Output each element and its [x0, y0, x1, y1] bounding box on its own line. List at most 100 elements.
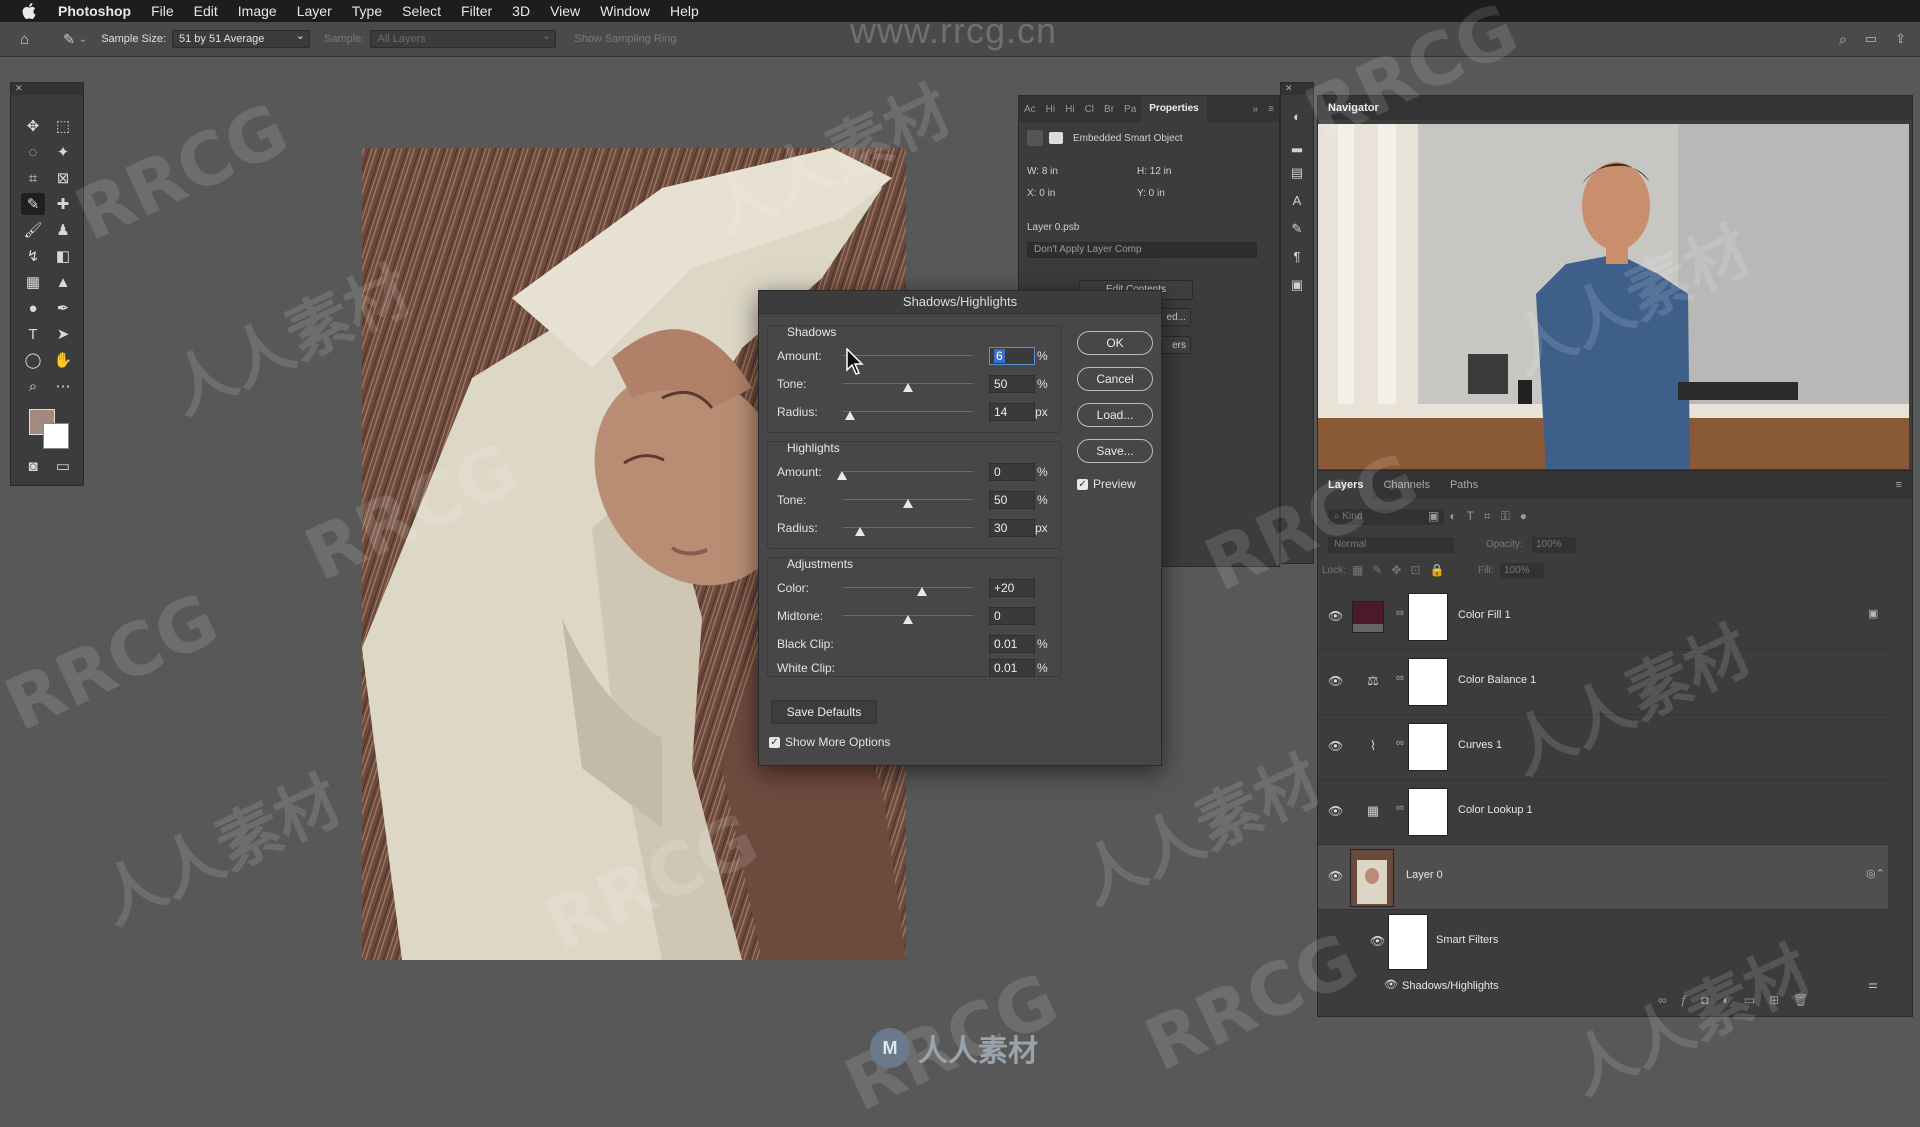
- highlights-radius-thumb[interactable]: [855, 527, 865, 536]
- layer-mask-thumbnail[interactable]: [1408, 788, 1448, 836]
- tab-paths[interactable]: Paths: [1440, 471, 1488, 499]
- menu-view[interactable]: View: [540, 0, 590, 22]
- workspace-icon[interactable]: ▭: [1865, 31, 1877, 47]
- width-field[interactable]: W: 8 in: [1027, 166, 1058, 177]
- color-input[interactable]: +20: [989, 579, 1035, 597]
- menu-layer[interactable]: Layer: [287, 0, 342, 22]
- highlights-tone-thumb[interactable]: [903, 499, 913, 508]
- swatches-panel-icon[interactable]: ▤: [1287, 163, 1307, 183]
- link-chain-icon[interactable]: ∞: [1396, 672, 1404, 684]
- hand-tool-icon[interactable]: ✋: [51, 349, 75, 371]
- tab-histogram[interactable]: Hi: [1060, 104, 1079, 115]
- tab-paragraph[interactable]: Pa: [1119, 104, 1141, 115]
- layer-mask-thumbnail[interactable]: [1408, 593, 1448, 641]
- path-selection-tool-icon[interactable]: ➤: [51, 323, 75, 345]
- shadows-radius-slider[interactable]: [843, 411, 973, 412]
- smart-filter-toggle-icon[interactable]: ◎⌃: [1866, 867, 1885, 880]
- screen-mode-icon[interactable]: ▭: [51, 455, 75, 477]
- visibility-eye-icon[interactable]: 👁: [1328, 869, 1343, 883]
- visibility-eye-icon[interactable]: 👁: [1328, 609, 1343, 623]
- save-button[interactable]: Save...: [1077, 439, 1153, 463]
- color-slider[interactable]: [843, 587, 973, 588]
- tool-preset-chevron-icon[interactable]: ⌄: [79, 34, 87, 45]
- midtone-input[interactable]: 0: [989, 607, 1035, 625]
- shadows-radius-input[interactable]: 14: [989, 403, 1035, 421]
- layer-filter-icons[interactable]: ▣◐T⌗⚿●: [1428, 509, 1537, 524]
- tab-actions[interactable]: Ac: [1019, 104, 1041, 115]
- crop-tool-icon[interactable]: ⌗: [21, 167, 45, 189]
- more-tools-icon[interactable]: ⋯: [51, 375, 75, 397]
- share-icon[interactable]: ⇪: [1895, 31, 1906, 47]
- link-chain-icon[interactable]: ∞: [1396, 802, 1404, 814]
- lock-icons[interactable]: ▦✎✥⊡🔒: [1352, 563, 1453, 577]
- tab-properties[interactable]: Properties: [1141, 96, 1207, 122]
- color-thumb[interactable]: [917, 587, 927, 596]
- layer-row-selected[interactable]: 👁 Layer 0 ◎⌃: [1318, 845, 1888, 910]
- strip-close-icon[interactable]: ✕: [1281, 83, 1313, 95]
- tab-channels[interactable]: Channels: [1373, 471, 1439, 499]
- healing-tool-icon[interactable]: ✚: [51, 193, 75, 215]
- tab-layers[interactable]: Layers: [1318, 471, 1374, 499]
- panel-menu-icon[interactable]: ≡: [1263, 104, 1279, 115]
- layer-name[interactable]: Curves 1: [1458, 739, 1502, 751]
- expand-panels-icon[interactable]: »: [1248, 104, 1264, 115]
- show-more-options-label[interactable]: Show More Options: [785, 735, 890, 749]
- highlights-amount-input[interactable]: 0: [989, 463, 1035, 481]
- layer-name[interactable]: Color Lookup 1: [1458, 804, 1533, 816]
- layer-comp-select[interactable]: Don't Apply Layer Comp: [1027, 242, 1257, 258]
- magic-wand-tool-icon[interactable]: ✦: [51, 141, 75, 163]
- character-panel-icon[interactable]: A: [1287, 191, 1307, 211]
- sample-select[interactable]: All Layers: [370, 28, 557, 48]
- sampling-ring-checkbox[interactable]: Show Sampling Ring: [574, 33, 676, 45]
- layer-row[interactable]: 👁 ▦ ∞ Color Lookup 1: [1318, 780, 1888, 845]
- apple-icon[interactable]: [20, 2, 38, 20]
- midtone-thumb[interactable]: [903, 615, 913, 624]
- menu-type[interactable]: Type: [342, 0, 392, 22]
- layer-name[interactable]: Layer 0: [1406, 869, 1443, 881]
- shadows-radius-thumb[interactable]: [845, 411, 855, 420]
- layer-row[interactable]: 👁 ⚖ ∞ Color Balance 1: [1318, 650, 1888, 715]
- tab-clone-source[interactable]: Cl: [1080, 104, 1099, 115]
- link-chain-icon[interactable]: ∞: [1396, 607, 1404, 619]
- blend-mode-select[interactable]: Normal: [1328, 537, 1454, 553]
- menu-window[interactable]: Window: [590, 0, 660, 22]
- link-chain-icon[interactable]: ∞: [1396, 737, 1404, 749]
- type-tool-icon[interactable]: T: [21, 323, 45, 345]
- x-field[interactable]: X: 0 in: [1027, 188, 1055, 199]
- layer-mask-thumbnail[interactable]: [1408, 723, 1448, 771]
- quick-mask-icon[interactable]: ◙: [21, 455, 45, 477]
- pen-tool-icon[interactable]: ✒: [51, 297, 75, 319]
- layer-row[interactable]: 👁 ∞ Color Fill 1 ▣: [1318, 585, 1888, 650]
- smart-filter-mask-thumbnail[interactable]: [1388, 914, 1428, 970]
- load-button[interactable]: Load...: [1077, 403, 1153, 427]
- eyedropper-tool-icon[interactable]: ✎: [63, 31, 75, 48]
- opacity-field[interactable]: 100%: [1532, 537, 1576, 553]
- brush-tool-icon[interactable]: 🖌: [21, 219, 45, 241]
- ok-button[interactable]: OK: [1077, 331, 1153, 355]
- preview-checkbox[interactable]: ✓: [1077, 479, 1088, 490]
- menu-help[interactable]: Help: [660, 0, 709, 22]
- layer-name[interactable]: Color Balance 1: [1458, 674, 1536, 686]
- photo-thumbnail[interactable]: [1350, 849, 1394, 907]
- eyedropper-tool-icon[interactable]: ✎: [21, 193, 45, 215]
- filter-name[interactable]: Shadows/Highlights: [1402, 980, 1499, 992]
- visibility-eye-icon[interactable]: 👁: [1328, 674, 1343, 688]
- layer-properties-icon[interactable]: ▣: [1868, 607, 1878, 620]
- tab-brushes[interactable]: Br: [1099, 104, 1119, 115]
- shadows-amount-input[interactable]: 6: [989, 347, 1035, 365]
- stamp-tool-icon[interactable]: ♟: [51, 219, 75, 241]
- history-brush-tool-icon[interactable]: ↯: [21, 245, 45, 267]
- menu-image[interactable]: Image: [228, 0, 287, 22]
- layers-menu-icon[interactable]: ≡: [1886, 471, 1912, 499]
- menu-select[interactable]: Select: [392, 0, 451, 22]
- highlights-radius-input[interactable]: 30: [989, 519, 1035, 537]
- paragraph-panel-icon[interactable]: ¶: [1287, 247, 1307, 267]
- menu-file[interactable]: File: [141, 0, 184, 22]
- brush-settings-icon[interactable]: ✎: [1287, 219, 1307, 239]
- dodge-tool-icon[interactable]: ●: [21, 297, 45, 319]
- menu-3d[interactable]: 3D: [502, 0, 540, 22]
- histogram-panel-icon[interactable]: ▂: [1287, 135, 1307, 155]
- color-fill-swatch[interactable]: [1352, 601, 1384, 633]
- filter-blending-options-icon[interactable]: ⚌: [1868, 978, 1878, 991]
- menu-app-name[interactable]: Photoshop: [48, 0, 141, 22]
